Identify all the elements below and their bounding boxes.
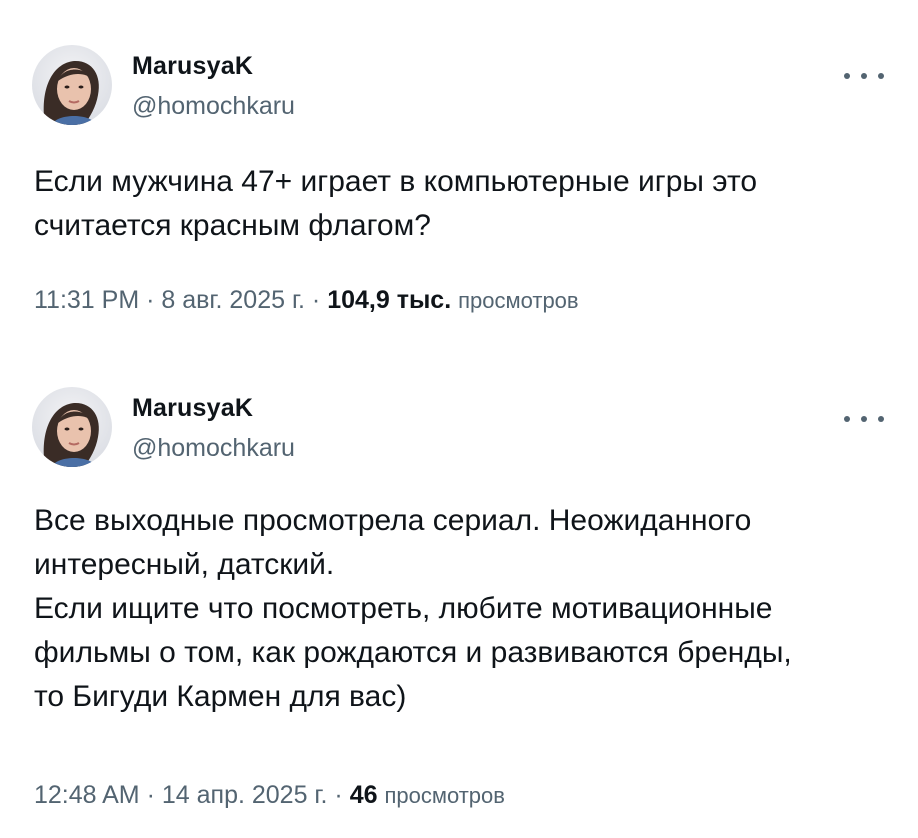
views-label: просмотров xyxy=(384,783,505,808)
more-options-button[interactable] xyxy=(844,64,884,88)
more-options-button[interactable] xyxy=(844,407,884,431)
tweet-meta: 11:31 PM · 8 авг. 2025 г. · 104,9 тыс. п… xyxy=(34,286,579,315)
meta-separator: · xyxy=(311,286,321,314)
tweet-time[interactable]: 11:31 PM xyxy=(34,286,139,314)
meta-separator: · xyxy=(146,781,155,809)
meta-separator: · xyxy=(146,286,155,314)
author-handle[interactable]: @homochkaru xyxy=(132,92,295,121)
tweet-date[interactable]: 14 апр. 2025 г. xyxy=(162,781,328,809)
tweet-meta: 12:48 AM · 14 апр. 2025 г. · 46 просмотр… xyxy=(34,781,505,810)
tweet-text: Все выходные просмотрела сериал. Неожида… xyxy=(34,504,792,713)
tweet-date[interactable]: 8 авг. 2025 г. xyxy=(161,286,305,314)
avatar-photo-icon xyxy=(32,387,112,467)
author-handle[interactable]: @homochkaru xyxy=(132,434,295,463)
meta-separator: · xyxy=(334,781,343,809)
tweet[interactable]: MarusyaK @homochkaru Все выходные просмо… xyxy=(0,345,918,838)
tweet-time[interactable]: 12:48 AM xyxy=(34,781,140,809)
views-count[interactable]: 104,9 тыс. xyxy=(327,286,451,314)
more-horizontal-icon xyxy=(844,73,850,79)
tweet[interactable]: MarusyaK @homochkaru Если мужчина 47+ иг… xyxy=(0,0,918,345)
more-horizontal-icon xyxy=(844,416,850,422)
author-display-name[interactable]: MarusyaK xyxy=(132,394,253,423)
avatar-photo-icon xyxy=(32,45,112,125)
views-count[interactable]: 46 xyxy=(350,781,378,809)
avatar[interactable] xyxy=(32,45,112,125)
author-display-name[interactable]: MarusyaK xyxy=(132,52,253,81)
views-label: просмотров xyxy=(458,288,579,313)
tweet-text: Если мужчина 47+ играет в компьютерные и… xyxy=(34,165,758,242)
avatar[interactable] xyxy=(32,387,112,467)
